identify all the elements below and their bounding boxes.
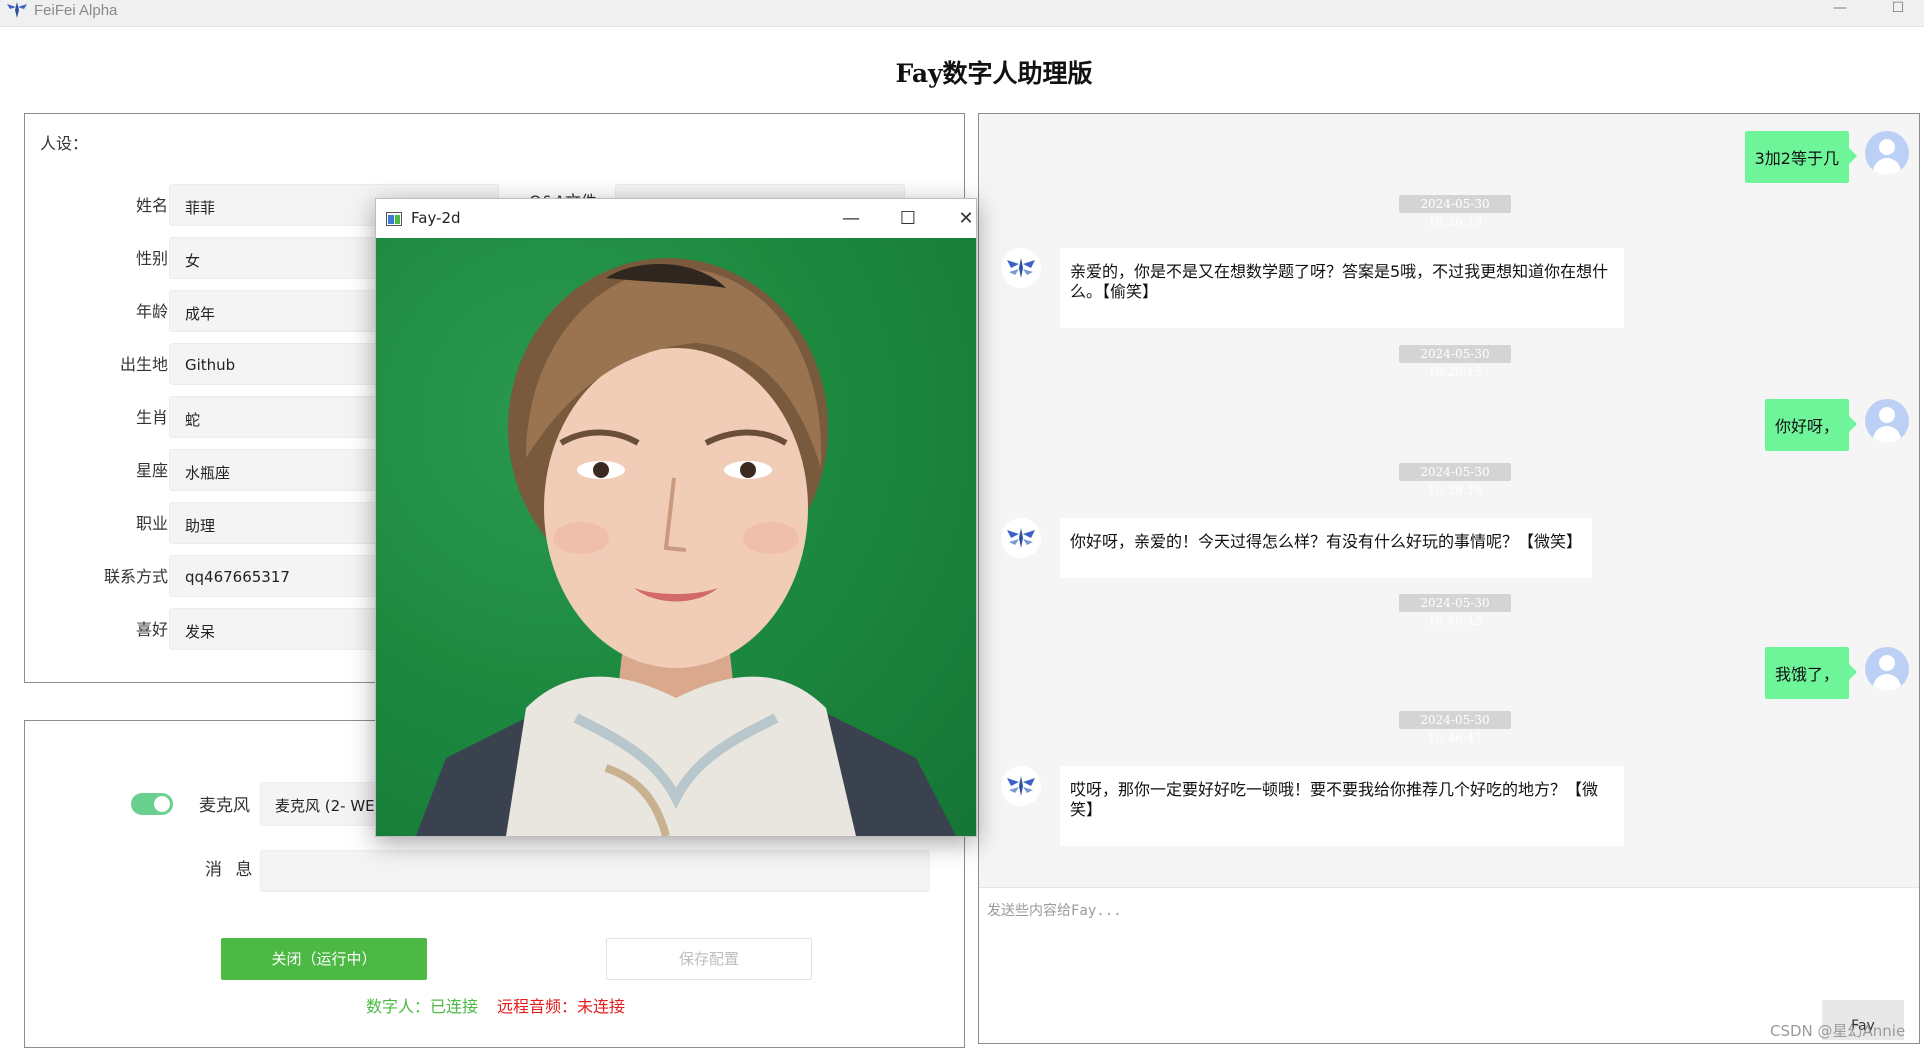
message-label: 消 息 — [205, 860, 257, 880]
fay-message: 亲爱的，你是不是又在想数学题了呀？答案是5哦，不过我更想知道你在想什么。【偷笑】 — [1060, 248, 1624, 328]
maximize-button[interactable]: ☐ — [888, 205, 928, 233]
user-avatar — [1865, 647, 1909, 691]
fay-2d-titlebar[interactable]: Fay-2d — ☐ ✕ — [376, 199, 976, 238]
message-timestamp: 2024-05-30 18:29:18 — [1399, 463, 1511, 497]
remote-audio-status: 远程音频：未连接 — [497, 997, 626, 1016]
fay-avatar-icon — [1001, 518, 1041, 558]
watermark: CSDN @星幻Annie — [1770, 1022, 1906, 1040]
fay-avatar-icon — [1001, 766, 1041, 806]
page-title: Fay数字人助理版 — [895, 59, 1093, 88]
user-message: 你好呀， — [1764, 399, 1858, 451]
close-button[interactable]: ✕ — [946, 205, 986, 233]
fay-2d-title: Fay-2d — [411, 209, 461, 227]
chat-panel: 3加2等于几 2024-05-30 18:26:19 亲爱的，你是不是又在想数学… — [978, 113, 1920, 1044]
message-timestamp: 2024-05-30 18:46:43 — [1399, 594, 1511, 628]
connection-status: 数字人：已连接 远程音频：未连接 — [25, 993, 966, 1017]
user-message: 3加2等于几 — [1744, 131, 1858, 183]
minimize-button[interactable]: — — [1820, 0, 1860, 20]
app-title: FeiFei Alpha — [34, 2, 118, 19]
fay-avatar-icon — [1001, 248, 1041, 288]
message-input[interactable] — [260, 850, 930, 892]
fay-message: 你好呀，亲爱的！今天过得怎么样？有没有什么好玩的事情呢？【微笑】 — [1060, 518, 1592, 578]
user-avatar — [1865, 131, 1909, 175]
message-timestamp: 2024-05-30 18:29:15 — [1399, 345, 1511, 379]
minimize-button[interactable]: — — [831, 205, 871, 233]
message-timestamp: 2024-05-30 18:46:47 — [1399, 711, 1511, 745]
message-timestamp: 2024-05-30 18:26:19 — [1399, 195, 1511, 229]
microphone-label: 麦克风 — [199, 796, 250, 816]
digital-human-video — [376, 238, 976, 836]
save-config-button[interactable]: 保存配置 — [606, 938, 812, 980]
chat-input-placeholder: 发送些内容给Fay... — [987, 903, 1122, 919]
persona-section-label: 人设： — [40, 134, 89, 153]
digital-human-avatar-image — [416, 258, 956, 836]
fay-message: 哎呀，那你一定要好好吃一顿哦！要不要我给你推荐几个好吃的地方？【微笑】 — [1060, 766, 1624, 846]
window-app-icon — [386, 212, 402, 226]
user-avatar — [1865, 399, 1909, 443]
fay-2d-window[interactable]: Fay-2d — ☐ ✕ — [375, 198, 977, 837]
microphone-toggle[interactable] — [131, 793, 173, 815]
digital-human-status: 数字人：已连接 — [365, 997, 478, 1016]
maximize-button[interactable]: ☐ — [1878, 0, 1918, 20]
user-message: 我饿了， — [1764, 647, 1858, 699]
feifei-logo-icon — [7, 2, 27, 18]
window-titlebar: FeiFei Alpha — ☐ — [0, 0, 1924, 27]
close-running-button[interactable]: 关闭（运行中） — [221, 938, 427, 980]
